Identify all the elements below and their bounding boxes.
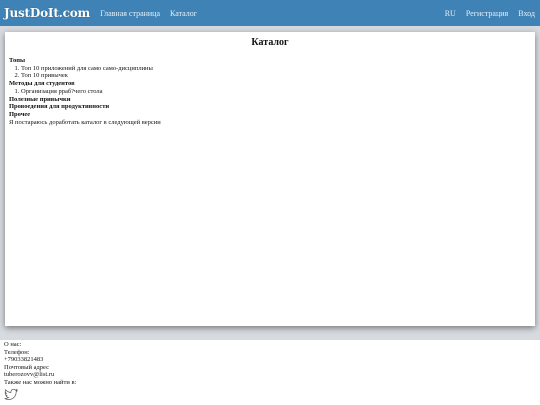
nav-register[interactable]: Регистрация <box>466 9 508 18</box>
page-title: Каталог <box>251 37 289 48</box>
list-item[interactable]: Топ 10 привычек <box>21 72 161 80</box>
list-item[interactable]: Организация рраб?чего стола <box>21 88 161 96</box>
sub-list: Топ 10 приложений для само само-дисципли… <box>9 65 161 80</box>
sub-list: Организация рраб?чего стола <box>9 88 161 96</box>
catalog-note: Я постараюсь доработать каталог в следую… <box>9 118 161 126</box>
footer-mail-label: Почтовый адрес <box>4 363 49 371</box>
nav-home[interactable]: Главная страница <box>100 9 160 18</box>
navbar: JustDoIt.com Главная страница Каталог RU… <box>0 0 540 26</box>
footer-phone-label: Телефон: <box>4 348 30 356</box>
logo[interactable]: JustDoIt.com <box>4 6 90 20</box>
section-title: Провоедения для продуктивности <box>9 103 110 111</box>
footer-also: Также нас можно найти в: <box>4 378 77 386</box>
nav-catalog[interactable]: Каталог <box>170 9 197 18</box>
nav-language[interactable]: RU <box>445 9 456 18</box>
catalog-card: Каталог Топы Топ 10 приложений для само … <box>5 32 535 326</box>
section-title: Методы для студентов <box>9 80 75 88</box>
footer-mail: tuberozovv@list.ru <box>4 371 55 379</box>
footer: О нас: Телефон: +79033821483 Почтовый ад… <box>4 341 76 403</box>
section-title: Топы <box>9 57 26 64</box>
nav-login[interactable]: Вход <box>518 9 535 18</box>
footer-about: О нас: <box>4 341 22 348</box>
catalog-list: Топы Топ 10 приложений для само само-дис… <box>9 57 161 126</box>
list-item[interactable]: Топ 10 приложений для само само-дисципли… <box>21 65 161 73</box>
section-title: Прочее <box>9 110 31 118</box>
twitter-icon[interactable] <box>4 388 76 404</box>
footer-phone: +79033821483 <box>4 356 44 364</box>
section-title: Полезные привычки <box>9 95 71 103</box>
